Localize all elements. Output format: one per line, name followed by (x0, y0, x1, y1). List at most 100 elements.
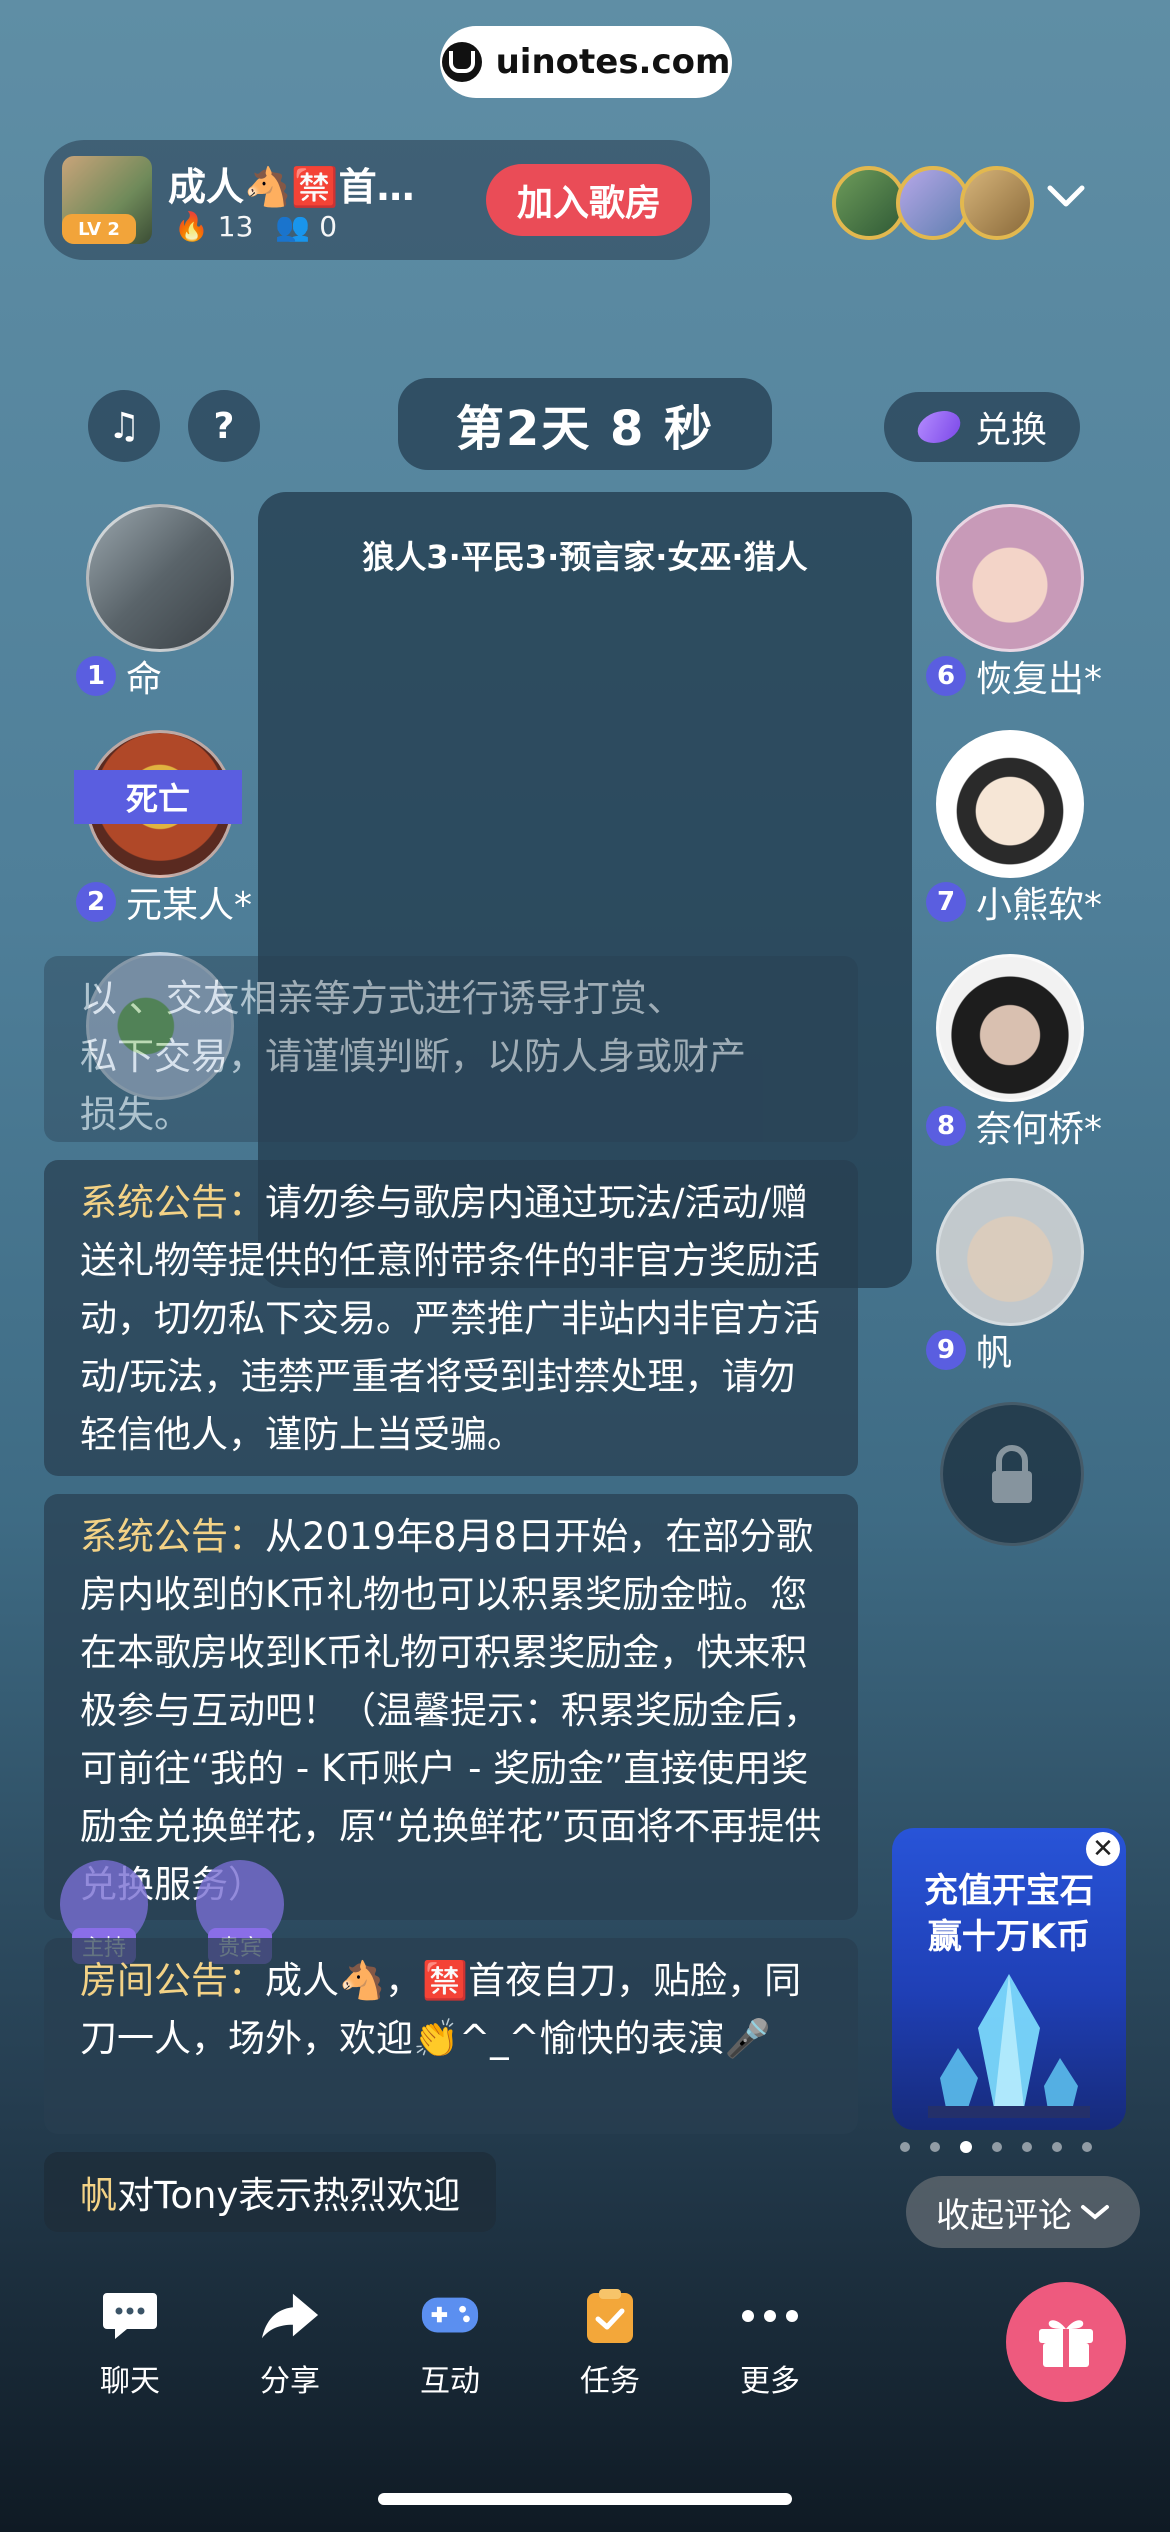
music-icon: ♫ (107, 405, 141, 447)
seat-number: 8 (926, 1106, 966, 1146)
fire-icon: 🔥 (174, 210, 209, 243)
chat-button[interactable]: 聊天 (50, 2286, 210, 2400)
faded-line: 以 、交友相亲等方式进行诱导打赏、 (80, 977, 684, 1020)
clipboard-check-icon (580, 2286, 640, 2346)
watermark-text: uinotes.com (495, 42, 731, 82)
seat-number: 6 (926, 656, 966, 696)
seat-8-avatar[interactable] (936, 954, 1084, 1102)
chat-icon (100, 2286, 160, 2346)
level-text: LV 2 (78, 218, 120, 240)
carousel-dot (900, 2142, 910, 2152)
listener-stat: 👥 0 (275, 210, 337, 243)
exchange-label: 兑换 (974, 410, 1047, 451)
seat-9-label: 9 帆 (926, 1324, 1012, 1376)
seat-7-label: 7 小熊软* (926, 876, 1102, 928)
chevron-down-icon[interactable] (1046, 176, 1086, 216)
promo-title: 充值开宝石 赢十万K币 (892, 1868, 1126, 1960)
promo-line: 充值开宝石 (924, 1871, 1094, 1911)
gem-icon (913, 405, 965, 449)
seat-number: 9 (926, 1330, 966, 1370)
game-timer: 第2天 8 秒 (398, 378, 772, 470)
interact-button[interactable]: 互动 (370, 2286, 530, 2400)
fire-count: 13 (217, 210, 254, 243)
fire-stat: 🔥 13 (174, 210, 253, 243)
interact-label: 互动 (420, 2364, 480, 2399)
seat-7-avatar[interactable] (936, 730, 1084, 878)
more-label: 更多 (740, 2364, 800, 2399)
share-button[interactable]: 分享 (210, 2286, 370, 2400)
seat-number: 1 (76, 656, 116, 696)
gift-button[interactable] (1006, 2282, 1126, 2402)
chat-label: 聊天 (100, 2364, 160, 2399)
locked-seat[interactable] (940, 1402, 1084, 1546)
seat-name: 元某人* (126, 885, 253, 926)
notice-label: 房间公告： (80, 1959, 265, 2002)
notice-label: 系统公告： (80, 1515, 265, 1558)
join-room-button[interactable]: 加入歌房 (486, 164, 692, 236)
gift-icon (1039, 2320, 1093, 2367)
chat-message-faded: 以 、交友相亲等方式进行诱导打赏、 私下交易，请谨慎判断，以防人身或财产 损失。 (44, 956, 858, 1142)
seat-name: 帆 (976, 1333, 1013, 1374)
watermark: uinotes.com (440, 26, 732, 98)
audience-avatars[interactable] (832, 166, 1034, 240)
level-badge: LV 2 (62, 214, 136, 244)
notice-label: 系统公告： (80, 1181, 265, 1224)
collapse-comments-button[interactable]: 收起评论 (906, 2176, 1140, 2248)
system-notice: 系统公告：从2019年8月8日开始，在部分歌房内收到的K币礼物也可以积累奖励金啦… (44, 1494, 858, 1920)
carousel-dot (1082, 2142, 1092, 2152)
carousel-dot (930, 2142, 940, 2152)
home-indicator[interactable] (378, 2493, 792, 2505)
dead-tag: 死亡 (74, 770, 242, 824)
role-list: 狼人3·平民3·预言家·女巫·猎人 (362, 538, 808, 576)
task-label: 任务 (580, 2364, 640, 2399)
room-title: 成人🐴🈲首… (168, 165, 415, 209)
avatar (832, 166, 906, 240)
seat-name: 命 (126, 659, 163, 700)
faded-line: 私下交易，请谨慎判断，以防人身或财产 (80, 1035, 746, 1078)
promo-line: 赢十万K币 (927, 1917, 1091, 1957)
seat-8-label: 8 奈何桥* (926, 1100, 1102, 1152)
room-cover: LV 2 (62, 156, 152, 244)
room-stats: 🔥 13 👥 0 (174, 210, 337, 243)
seat-name: 小熊软* (976, 885, 1103, 926)
notice-text: 从2019年8月8日开始，在部分歌房内收到的K币礼物也可以积累奖励金啦。您在本歌… (80, 1515, 822, 1906)
carousel-dot (1022, 2142, 1032, 2152)
welcome-user: 帆 (80, 2174, 117, 2217)
task-button[interactable]: 任务 (530, 2286, 690, 2400)
gamepad-icon (420, 2286, 480, 2346)
promo-banner[interactable]: 充值开宝石 赢十万K币 (892, 1828, 1126, 2130)
help-icon: ? (213, 405, 235, 447)
bottom-toolbar: 聊天 分享 互动 任务 更多 (50, 2286, 850, 2400)
seat-2-label: 2 元某人* (76, 876, 252, 928)
listener-count: 0 (319, 210, 338, 243)
welcome-message: 帆对Tony表示热烈欢迎 (44, 2152, 497, 2232)
seat-9-avatar[interactable] (936, 1178, 1084, 1326)
help-button[interactable]: ? (188, 390, 260, 462)
more-button[interactable]: 更多 (690, 2286, 850, 2400)
room-header[interactable]: LV 2 成人🐴🈲首… 🔥 13 👥 0 加入歌房 (44, 140, 710, 260)
seat-name: 奈何桥* (976, 1109, 1103, 1150)
room-notice: 房间公告：成人🐴，🈲首夜自刀，贴脸，同刀一人，场外，欢迎👏^_^愉快的表演🎤 (44, 1938, 858, 2134)
carousel-dot (992, 2142, 1002, 2152)
seat-6-label: 6 恢复出* (926, 650, 1102, 702)
seat-name: 恢复出* (976, 659, 1103, 700)
avatar (960, 166, 1034, 240)
seat-1-avatar[interactable] (86, 504, 234, 652)
welcome-text: 对Tony表示热烈欢迎 (117, 2174, 461, 2217)
share-icon (260, 2286, 320, 2346)
seat-6-avatar[interactable] (936, 504, 1084, 652)
seat-number: 2 (76, 882, 116, 922)
avatar (896, 166, 970, 240)
chevron-down-icon (1081, 2205, 1109, 2220)
music-button[interactable]: ♫ (88, 390, 160, 462)
carousel-dot-active (960, 2141, 972, 2153)
more-icon (740, 2286, 800, 2346)
uinotes-logo-icon (441, 42, 482, 82)
seat-number: 7 (926, 882, 966, 922)
close-icon[interactable]: ✕ (1086, 1832, 1120, 1866)
lock-icon (992, 1445, 1032, 1503)
exchange-button[interactable]: 兑换 (884, 392, 1080, 462)
carousel-dots (900, 2141, 1092, 2153)
crystal-icon (928, 1974, 1090, 2118)
system-notice: 系统公告：请勿参与歌房内通过玩法/活动/赠送礼物等提供的任意附带条件的非官方奖励… (44, 1160, 858, 1476)
